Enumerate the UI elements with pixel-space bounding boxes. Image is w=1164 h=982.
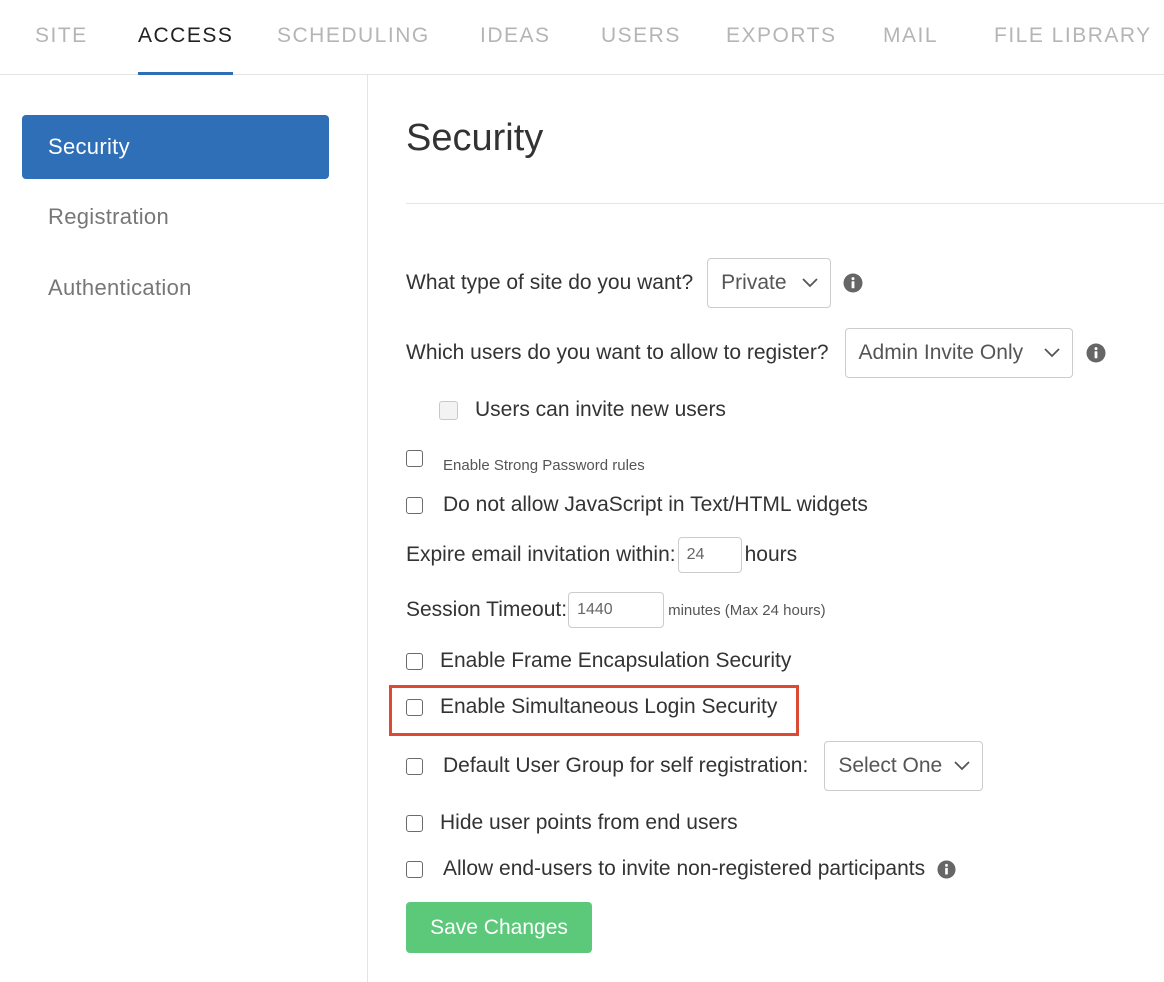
strong-password-label: Enable Strong Password rules bbox=[443, 457, 645, 474]
default-group-select[interactable]: Select One bbox=[824, 741, 984, 791]
default-group-value: Select One bbox=[838, 754, 943, 777]
invite-participants-label: Allow end-users to invite non-registered… bbox=[443, 857, 926, 880]
info-icon[interactable] bbox=[937, 859, 956, 879]
default-group-label: Default User Group for self registration… bbox=[443, 754, 809, 777]
sidebar-item-authentication[interactable]: Authentication bbox=[22, 256, 329, 320]
sidebar-item-registration[interactable]: Registration bbox=[22, 185, 329, 249]
invite-participants-row: Allow end-users to invite non-registered… bbox=[406, 857, 956, 881]
simultaneous-login-checkbox[interactable] bbox=[406, 698, 423, 716]
no-javascript-row: Do not allow JavaScript in Text/HTML wid… bbox=[406, 493, 868, 517]
tab-access[interactable]: ACCESS bbox=[138, 24, 234, 75]
invite-participants-checkbox[interactable] bbox=[406, 860, 423, 878]
session-timeout-label: Session Timeout: bbox=[406, 598, 568, 621]
register-row: Which users do you want to allow to regi… bbox=[406, 328, 1106, 378]
info-icon[interactable] bbox=[1086, 343, 1106, 363]
strong-password-checkbox[interactable] bbox=[406, 450, 423, 467]
users-invite-row: Users can invite new users bbox=[439, 398, 726, 422]
top-nav: SITE ACCESS SCHEDULING IDEAS USERS EXPOR… bbox=[0, 0, 1164, 75]
tab-mail[interactable]: MAIL bbox=[883, 24, 938, 75]
frame-encapsulation-checkbox[interactable] bbox=[406, 652, 423, 670]
register-value: Admin Invite Only bbox=[858, 341, 1024, 364]
chevron-down-icon bbox=[802, 278, 818, 288]
site-type-select[interactable]: Private bbox=[707, 258, 832, 308]
hide-points-checkbox[interactable] bbox=[406, 814, 423, 832]
site-type-row: What type of site do you want? Private bbox=[406, 258, 863, 308]
frame-encapsulation-row: Enable Frame Encapsulation Security bbox=[406, 649, 791, 673]
tab-ideas[interactable]: IDEAS bbox=[480, 24, 551, 75]
tab-file-library[interactable]: FILE LIBRARY bbox=[994, 24, 1152, 75]
expire-invite-row: Expire email invitation within: 24 hours bbox=[406, 537, 797, 573]
site-type-value: Private bbox=[721, 271, 787, 294]
users-invite-label: Users can invite new users bbox=[475, 398, 726, 421]
default-group-row: Default User Group for self registration… bbox=[406, 741, 984, 791]
default-group-checkbox[interactable] bbox=[406, 757, 423, 775]
page-title: Security bbox=[406, 117, 544, 159]
chevron-down-icon bbox=[1043, 348, 1060, 358]
strong-password-row: Enable Strong Password rules bbox=[406, 449, 645, 474]
title-divider bbox=[406, 203, 1164, 204]
no-javascript-checkbox[interactable] bbox=[406, 496, 423, 514]
chevron-down-icon bbox=[954, 761, 970, 771]
frame-encapsulation-label: Enable Frame Encapsulation Security bbox=[440, 649, 792, 672]
expire-invite-unit: hours bbox=[744, 543, 798, 566]
simultaneous-login-label: Enable Simultaneous Login Security bbox=[440, 695, 778, 718]
tab-users[interactable]: USERS bbox=[601, 24, 681, 75]
users-invite-checkbox[interactable] bbox=[439, 400, 458, 420]
tab-scheduling[interactable]: SCHEDULING bbox=[277, 24, 430, 75]
no-javascript-label: Do not allow JavaScript in Text/HTML wid… bbox=[443, 493, 868, 516]
site-type-label: What type of site do you want? bbox=[406, 271, 694, 294]
sidebar-item-security[interactable]: Security bbox=[22, 115, 329, 179]
session-timeout-unit: minutes (Max 24 hours) bbox=[668, 601, 826, 619]
hide-points-label: Hide user points from end users bbox=[440, 811, 738, 834]
save-changes-button[interactable]: Save Changes bbox=[406, 902, 592, 953]
register-select[interactable]: Admin Invite Only bbox=[844, 328, 1073, 378]
session-timeout-row: Session Timeout: 1440 minutes (Max 24 ho… bbox=[406, 592, 826, 628]
session-timeout-input[interactable]: 1440 bbox=[568, 592, 665, 628]
sidebar: Security Registration Authentication bbox=[0, 75, 368, 982]
main-content: Security What type of site do you want? … bbox=[368, 75, 1164, 982]
info-icon[interactable] bbox=[843, 273, 863, 293]
register-label: Which users do you want to allow to regi… bbox=[406, 341, 829, 364]
tab-exports[interactable]: EXPORTS bbox=[726, 24, 836, 75]
expire-invite-input[interactable]: 24 bbox=[677, 537, 742, 573]
simultaneous-login-row: Enable Simultaneous Login Security bbox=[406, 695, 777, 719]
hide-points-row: Hide user points from end users bbox=[406, 811, 738, 835]
tab-site[interactable]: SITE bbox=[35, 24, 88, 75]
expire-invite-label: Expire email invitation within: bbox=[406, 543, 676, 566]
